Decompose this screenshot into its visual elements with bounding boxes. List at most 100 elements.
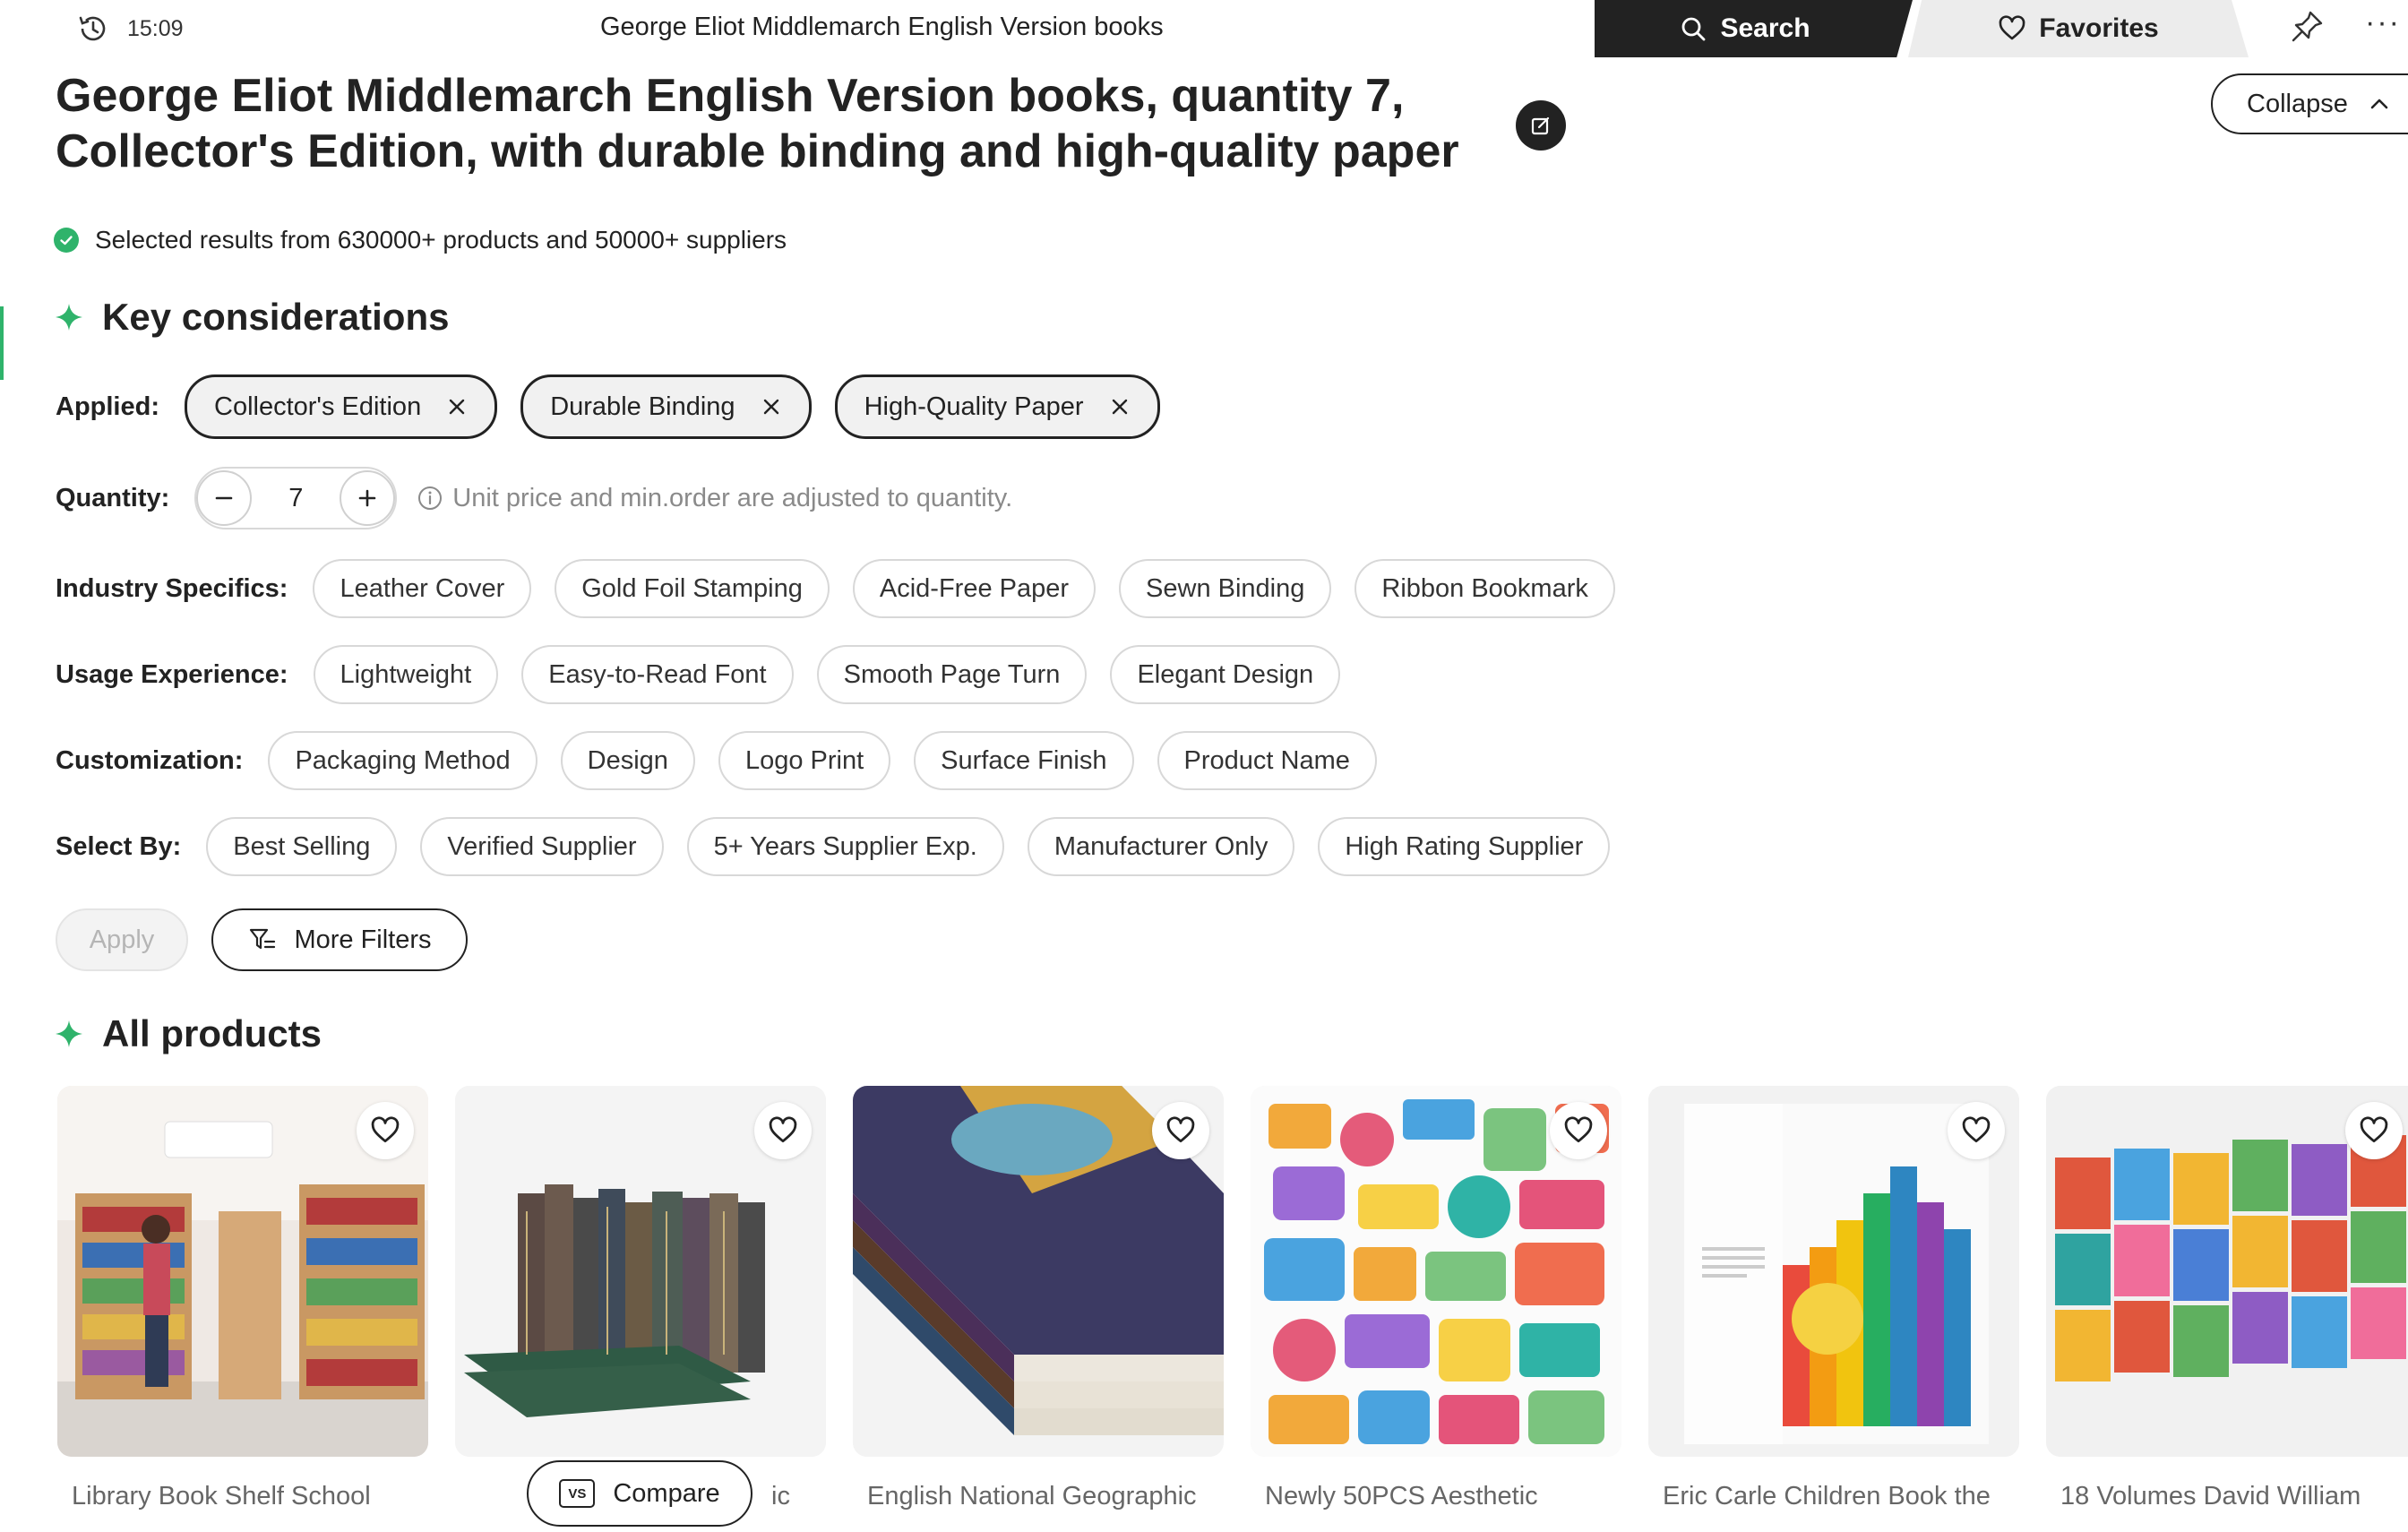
minus-icon — [215, 496, 233, 500]
heart-icon — [1166, 1116, 1195, 1143]
chip-gold-foil-stamping[interactable]: Gold Foil Stamping — [555, 559, 830, 618]
favorite-button[interactable] — [754, 1102, 812, 1159]
usage-experience-row: Usage Experience: Lightweight Easy-to-Re… — [56, 645, 1363, 704]
chip-design[interactable]: Design — [560, 731, 695, 790]
quantity-note-text: Unit price and min.order are adjusted to… — [452, 483, 1013, 512]
chip-acid-free-paper[interactable]: Acid-Free Paper — [852, 559, 1096, 618]
chip-label: Collector's Edition — [214, 392, 422, 421]
applied-row: Applied: Collector's Edition Durable Bin… — [56, 374, 1183, 439]
product-image[interactable] — [455, 1086, 826, 1457]
product-image[interactable] — [1648, 1086, 2019, 1457]
close-icon[interactable] — [1109, 396, 1131, 417]
plus-icon — [358, 489, 376, 507]
sparkle-icon — [56, 1020, 82, 1047]
history-icon — [79, 16, 106, 41]
history-time: 15:09 — [127, 15, 184, 41]
left-accent-bar — [0, 306, 4, 380]
chip-packaging-method[interactable]: Packaging Method — [268, 731, 538, 790]
compare-button[interactable]: VS Compare — [527, 1460, 752, 1527]
quantity-note: Unit price and min.order are adjusted to… — [417, 484, 1012, 513]
favorite-button[interactable] — [1550, 1102, 1607, 1159]
heart-icon — [769, 1116, 797, 1143]
product-name[interactable]: English National Geographic — [853, 1482, 1224, 1518]
product-card[interactable]: Library Book Shelf School — [57, 1086, 428, 1518]
chip-easy-to-read-font[interactable]: Easy-to-Read Font — [521, 645, 794, 704]
pin-icon[interactable] — [2287, 7, 2326, 47]
product-card[interactable]: 18 Volumes David William — [2046, 1086, 2408, 1518]
applied-chip-durable-binding[interactable]: Durable Binding — [520, 374, 812, 439]
favorite-button[interactable] — [1152, 1102, 1209, 1159]
page-title: George Eliot Middlemarch English Version… — [56, 70, 1459, 177]
sparkle-icon — [56, 304, 82, 331]
check-circle-icon — [54, 228, 79, 253]
top-bar: 15:09 George Eliot Middlemarch English V… — [0, 0, 2408, 59]
history-button[interactable]: 15:09 — [75, 11, 184, 47]
customization-label: Customization: — [56, 745, 244, 775]
quantity-stepper[interactable]: 7 — [194, 467, 398, 529]
quantity-value[interactable]: 7 — [288, 484, 303, 513]
select-by-label: Select By: — [56, 831, 182, 861]
search-tab[interactable]: Search — [1595, 0, 1913, 57]
heart-icon — [1962, 1116, 1991, 1143]
favorite-button[interactable] — [357, 1102, 414, 1159]
chip-lightweight[interactable]: Lightweight — [313, 645, 499, 704]
chip-ribbon-bookmark[interactable]: Ribbon Bookmark — [1354, 559, 1615, 618]
apply-button[interactable]: Apply — [56, 908, 188, 971]
edit-query-button[interactable] — [1516, 100, 1566, 151]
product-name[interactable]: Eric Carle Children Book the — [1648, 1482, 2019, 1518]
collapse-button[interactable]: Collapse — [2211, 73, 2408, 134]
search-icon — [1682, 17, 1706, 41]
industry-specifics-row: Industry Specifics: Leather Cover Gold F… — [56, 559, 1638, 618]
product-name[interactable]: Newly 50PCS Aesthetic — [1251, 1482, 1621, 1518]
more-filters-button[interactable]: More Filters — [211, 908, 468, 971]
chip-product-name[interactable]: Product Name — [1157, 731, 1377, 790]
chevron-up-icon — [2370, 99, 2388, 109]
applied-chip-high-quality-paper[interactable]: High-Quality Paper — [834, 374, 1160, 439]
favorite-button[interactable] — [2345, 1102, 2403, 1159]
product-name[interactable]: Library Book Shelf School — [57, 1482, 428, 1518]
usage-experience-label: Usage Experience: — [56, 659, 288, 689]
product-card[interactable]: English National Geographic — [853, 1086, 1224, 1518]
favorites-tab[interactable]: Favorites — [1908, 0, 2249, 57]
quantity-row: Quantity: 7 Unit price and min.order are… — [56, 467, 1012, 529]
heart-icon — [1564, 1116, 1593, 1143]
more-menu-button[interactable]: ··· — [2365, 5, 2401, 40]
all-products-heading: All products — [54, 1012, 322, 1055]
chip-high-rating-supplier[interactable]: High Rating Supplier — [1318, 817, 1611, 876]
collapse-label: Collapse — [2247, 89, 2348, 118]
increment-button[interactable] — [340, 470, 396, 526]
chip-best-selling[interactable]: Best Selling — [206, 817, 398, 876]
key-considerations-heading: Key considerations — [54, 296, 449, 339]
product-card[interactable]: Newly 50PCS Aesthetic — [1251, 1086, 1621, 1518]
chip-elegant-design[interactable]: Elegant Design — [1110, 645, 1341, 704]
product-name[interactable]: 18 Volumes David William — [2046, 1482, 2408, 1518]
chip-5-years-supplier[interactable]: 5+ Years Supplier Exp. — [686, 817, 1004, 876]
chip-label: High-Quality Paper — [864, 392, 1084, 421]
tab-title: George Eliot Middlemarch English Version… — [600, 13, 1164, 41]
product-image[interactable] — [57, 1086, 428, 1457]
industry-specifics-label: Industry Specifics: — [56, 573, 288, 603]
applied-chip-collectors-edition[interactable]: Collector's Edition — [185, 374, 498, 439]
close-icon[interactable] — [446, 396, 468, 417]
info-icon — [418, 486, 443, 510]
favorite-button[interactable] — [1948, 1102, 2005, 1159]
product-card[interactable]: ic — [455, 1086, 826, 1518]
chip-smooth-page-turn[interactable]: Smooth Page Turn — [816, 645, 1088, 704]
chip-sewn-binding[interactable]: Sewn Binding — [1119, 559, 1332, 618]
product-image[interactable] — [853, 1086, 1224, 1457]
chip-manufacturer-only[interactable]: Manufacturer Only — [1027, 817, 1295, 876]
heart-icon — [2360, 1116, 2388, 1143]
product-card[interactable]: Eric Carle Children Book the — [1648, 1086, 2019, 1518]
search-tab-label: Search — [1720, 13, 1810, 43]
close-icon[interactable] — [761, 396, 782, 417]
chip-logo-print[interactable]: Logo Print — [718, 731, 891, 790]
chip-leather-cover[interactable]: Leather Cover — [313, 559, 532, 618]
quantity-label: Quantity: — [56, 483, 170, 512]
select-by-row: Select By: Best Selling Verified Supplie… — [56, 817, 1633, 876]
chip-verified-supplier[interactable]: Verified Supplier — [420, 817, 664, 876]
product-image[interactable] — [1251, 1086, 1621, 1457]
all-products-title: All products — [102, 1012, 322, 1054]
product-image[interactable] — [2046, 1086, 2408, 1457]
decrement-button[interactable] — [196, 470, 253, 526]
chip-surface-finish[interactable]: Surface Finish — [914, 731, 1134, 790]
